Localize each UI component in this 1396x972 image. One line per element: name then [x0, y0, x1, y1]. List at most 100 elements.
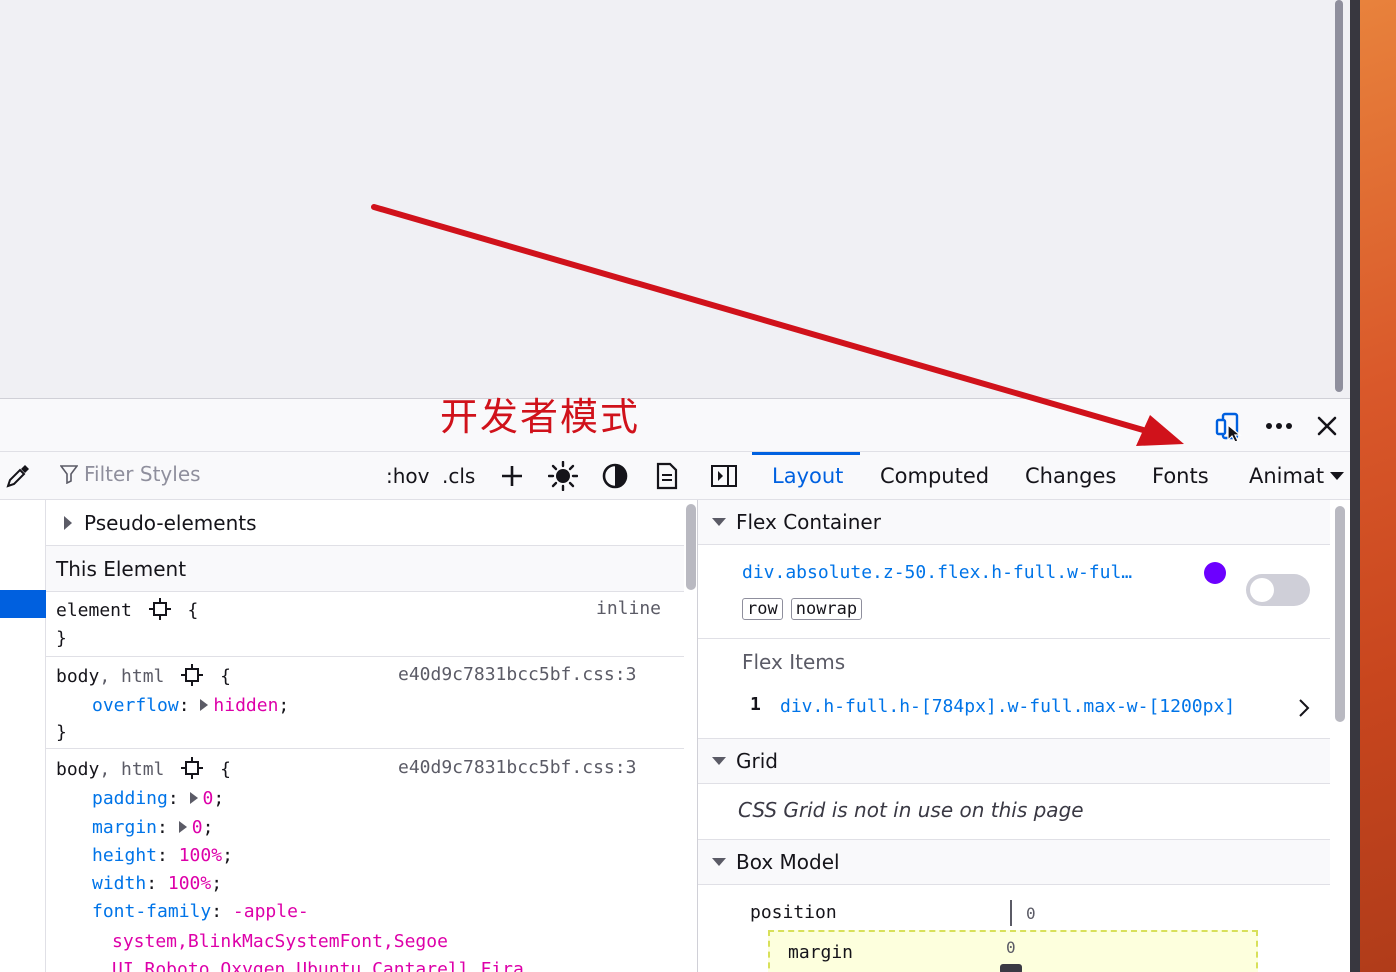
flex-direction-tag: row [742, 598, 783, 620]
filter-placeholder: Filter Styles [84, 462, 201, 486]
declaration-overflow[interactable]: overflow: hidden; [92, 695, 289, 716]
sidebar-toggle-icon [711, 465, 737, 487]
flex-container-title: Flex Container [736, 510, 881, 534]
property-name[interactable]: padding [92, 788, 168, 809]
property-name[interactable]: overflow [92, 695, 179, 716]
tab-layout[interactable]: Layout [772, 452, 843, 500]
declaration-padding[interactable]: padding: 0; [92, 788, 224, 809]
property-value[interactable]: 100% [168, 873, 211, 894]
markup-toolbar [0, 452, 46, 500]
filter-styles-input[interactable]: Filter Styles [60, 462, 201, 486]
page-scrollbar[interactable] [1332, 0, 1346, 398]
rules-scrollbar-thumb[interactable] [686, 504, 696, 590]
rules-scrollbar[interactable] [684, 500, 698, 972]
rule-source-link[interactable]: e40d9c7831bcc5bf.css:3 [398, 757, 636, 778]
flex-item-selector[interactable]: div.h-full.h-[784px].w-full.max-w-[1200p… [780, 696, 1235, 717]
dark-color-scheme-button[interactable] [598, 460, 632, 492]
selector-body: body [56, 666, 100, 687]
declaration-margin[interactable]: margin: 0; [92, 817, 213, 838]
pseudo-elements-label: Pseudo-elements [84, 510, 257, 535]
expand-icon[interactable] [200, 699, 209, 711]
expand-icon [64, 515, 72, 530]
rule-body-html-selector: body, html { [56, 664, 231, 687]
tab-fonts[interactable]: Fonts [1152, 452, 1209, 500]
flex-item-chevron-icon[interactable] [1298, 698, 1310, 722]
flex-properties: row nowrap [742, 598, 870, 620]
document-icon [656, 462, 678, 490]
divider [698, 638, 1330, 639]
declaration-width[interactable]: width: 100%; [92, 873, 222, 894]
tab-computed[interactable]: Computed [880, 452, 989, 500]
node-highlight-icon[interactable] [148, 598, 171, 620]
declaration-font-family[interactable]: font-family: -apple- [92, 901, 309, 922]
flex-overlay-toggle[interactable] [1246, 574, 1310, 606]
margin-handle[interactable] [1000, 964, 1022, 972]
page-scrollbar-thumb[interactable] [1335, 0, 1343, 392]
print-media-button[interactable] [650, 460, 684, 492]
expand-icon[interactable] [178, 821, 187, 833]
selector-separator: , [99, 759, 122, 780]
responsive-design-mode-button[interactable] [1212, 409, 1246, 443]
page-viewport [0, 0, 1350, 398]
this-element-header: This Element [46, 546, 684, 592]
expand-icon[interactable] [189, 792, 198, 804]
layout-panel: Flex Container div.absolute.z-50.flex.h-… [698, 500, 1330, 972]
toggle-sidebar-button[interactable] [710, 464, 738, 492]
selected-node-highlight[interactable] [0, 590, 46, 618]
light-color-scheme-button[interactable] [546, 460, 580, 492]
close-devtools-button[interactable] [1310, 409, 1344, 443]
tab-animations[interactable]: Animat [1249, 452, 1324, 500]
flex-container-header[interactable]: Flex Container [698, 500, 1330, 545]
property-value[interactable]: -apple- [233, 901, 309, 922]
rule-divider [46, 656, 684, 657]
rule-element-selector: element { [56, 598, 199, 621]
rules-toolbar: Filter Styles :hov .cls [46, 452, 698, 500]
property-value[interactable]: 0 [192, 817, 203, 838]
grid-title: Grid [736, 749, 778, 773]
tabs-overflow-chevron-icon[interactable] [1330, 472, 1344, 480]
node-highlight-icon[interactable] [181, 757, 204, 779]
node-highlight-icon[interactable] [181, 664, 204, 686]
hover-states-button[interactable]: :hov [386, 460, 430, 492]
declaration-height[interactable]: height: 100%; [92, 845, 233, 866]
flex-overlay-color-swatch[interactable] [1204, 562, 1226, 584]
eyedropper-button[interactable] [4, 462, 32, 494]
font-family-value-line[interactable]: UI,Roboto,Oxygen,Ubuntu,Cantarell,Fira [112, 959, 524, 972]
classes-button[interactable]: .cls [442, 460, 475, 492]
rule-display-type: inline [596, 598, 662, 619]
property-name[interactable]: margin [92, 817, 157, 838]
property-value[interactable]: 0 [203, 788, 214, 809]
markup-pane [0, 500, 46, 972]
sidebar-scrollbar[interactable] [1330, 500, 1350, 972]
grid-header[interactable]: Grid [698, 738, 1330, 784]
tab-changes[interactable]: Changes [1025, 452, 1116, 500]
more-options-button[interactable] [1262, 409, 1296, 443]
flex-container-selector[interactable]: div.absolute.z-50.flex.h-full.w-ful… [742, 562, 1132, 583]
filter-icon [60, 465, 78, 484]
selector-separator: , [99, 666, 122, 687]
box-model-margin-value[interactable]: 0 [1006, 938, 1016, 957]
box-model-divider [1010, 900, 1012, 926]
box-model-margin-label: margin [788, 942, 854, 963]
box-model-header[interactable]: Box Model [698, 839, 1330, 885]
property-name[interactable]: width [92, 873, 146, 894]
add-rule-button[interactable] [496, 460, 528, 492]
box-model-position-value[interactable]: 0 [1026, 904, 1036, 923]
property-value[interactable]: 100% [179, 845, 222, 866]
rule-source-link[interactable]: e40d9c7831bcc5bf.css:3 [398, 664, 636, 685]
rule-divider [46, 748, 684, 749]
sidebar-scrollbar-thumb[interactable] [1335, 506, 1345, 722]
flex-item-index: 1 [750, 694, 761, 715]
font-family-value-line[interactable]: system,BlinkMacSystemFont,Segoe [112, 931, 448, 952]
sun-icon [548, 461, 578, 491]
eyedropper-icon [6, 465, 29, 488]
property-value[interactable]: hidden [213, 695, 278, 716]
collapse-icon [712, 757, 726, 765]
rules-pane: Pseudo-elements This Element element { i… [46, 500, 684, 972]
more-options-icon [1266, 423, 1292, 429]
toggle-knob [1250, 578, 1274, 602]
pseudo-elements-toggle[interactable]: Pseudo-elements [46, 500, 684, 546]
rule-body-html-selector: body, html { [56, 757, 231, 780]
property-name[interactable]: font-family [92, 901, 211, 922]
property-name[interactable]: height [92, 845, 157, 866]
